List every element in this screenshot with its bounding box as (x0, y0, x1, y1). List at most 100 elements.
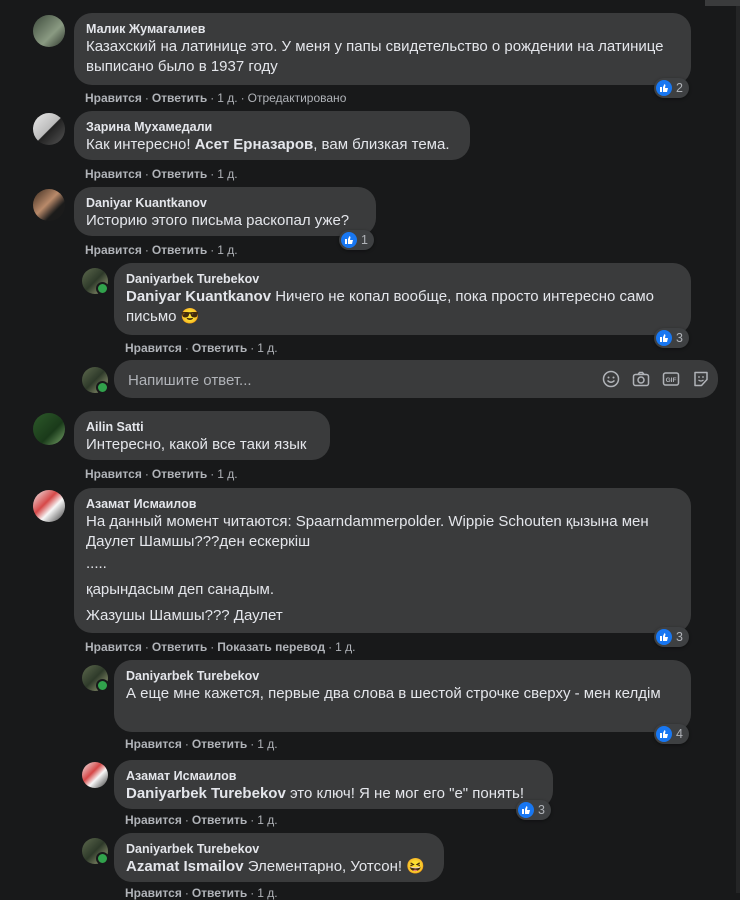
reaction-count[interactable]: 3 (654, 328, 689, 348)
edited-label: Отредактировано (247, 91, 347, 105)
comment-bubble: Азамат Исмаилов На данный момент читаютс… (74, 488, 691, 633)
reaction-number: 2 (676, 81, 683, 95)
like-icon (518, 802, 534, 818)
comment-author[interactable]: Daniyarbek Turebekov (126, 841, 432, 857)
reply-button[interactable]: Ответить (152, 467, 207, 481)
like-button[interactable]: Нравится (85, 167, 142, 181)
scrollbar[interactable] (736, 0, 740, 893)
comment-text: Интересно, какой все таки язык (86, 436, 307, 453)
sticker-icon[interactable] (692, 370, 710, 388)
comment-author[interactable]: Daniyarbek Turebekov (126, 668, 679, 684)
like-icon (656, 330, 672, 346)
mention-link[interactable]: Асет Ерназаров (195, 136, 314, 153)
camera-icon[interactable] (632, 370, 650, 388)
timestamp[interactable]: 1 д. (217, 167, 237, 181)
reaction-count[interactable]: 1 (339, 230, 374, 250)
like-icon (656, 80, 672, 96)
like-button[interactable]: Нравится (85, 640, 142, 654)
comment-actions: Нравится · Ответить · 1 д. (85, 467, 238, 481)
timestamp[interactable]: 1 д. (257, 813, 277, 827)
svg-text:GIF: GIF (666, 377, 677, 384)
translate-button[interactable]: Показать перевод (217, 640, 325, 654)
like-button[interactable]: Нравится (125, 813, 182, 827)
reaction-count[interactable]: 4 (654, 724, 689, 744)
reply-button[interactable]: Ответить (192, 737, 247, 751)
avatar[interactable] (33, 490, 65, 522)
reply-button[interactable]: Ответить (192, 886, 247, 900)
top-edge (705, 0, 740, 6)
reaction-number: 4 (676, 727, 683, 741)
timestamp[interactable]: 1 д. (217, 467, 237, 481)
mention-link[interactable]: Daniyarbek Turebekov (126, 785, 286, 802)
timestamp[interactable]: 1 д. (257, 737, 277, 751)
timestamp[interactable]: 1 д. (335, 640, 355, 654)
comment-text-line: қарындасым деп санадым. (86, 581, 275, 598)
reply-button[interactable]: Ответить (192, 813, 247, 827)
gif-icon[interactable]: GIF (662, 370, 680, 388)
comment-text-line: ..... (86, 555, 107, 572)
timestamp[interactable]: 1 д. (217, 243, 237, 257)
like-button[interactable]: Нравится (125, 341, 182, 355)
current-user-avatar (82, 367, 109, 394)
reply-bubble: Азамат Исмаилов Daniyarbek Turebekov это… (114, 760, 553, 809)
online-indicator (96, 852, 109, 865)
like-button[interactable]: Нравится (85, 467, 142, 481)
comment-actions: Нравится · Ответить · 1 д. (125, 813, 278, 827)
timestamp[interactable]: 1 д. (257, 886, 277, 900)
like-icon (656, 726, 672, 742)
like-button[interactable]: Нравится (125, 737, 182, 751)
timestamp[interactable]: 1 д. (217, 91, 237, 105)
reply-input[interactable] (126, 360, 600, 400)
comment-text: Daniyar Kuantkanov Ничего не копал вообщ… (126, 288, 654, 325)
comment-author[interactable]: Зарина Мухамедали (86, 119, 458, 135)
reaction-count[interactable]: 3 (654, 627, 689, 647)
comment-bubble: Daniyar Kuantkanov Историю этого письма … (74, 187, 376, 236)
avatar[interactable] (82, 838, 109, 865)
online-indicator (96, 679, 109, 692)
reply-button[interactable]: Ответить (192, 341, 247, 355)
reply-button[interactable]: Ответить (152, 91, 207, 105)
timestamp[interactable]: 1 д. (257, 341, 277, 355)
comment-author[interactable]: Малик Жумагалиев (86, 21, 679, 37)
reaction-number: 3 (676, 630, 683, 644)
comment-actions: Нравится · Ответить · 1 д. (125, 341, 278, 355)
like-button[interactable]: Нравится (85, 243, 142, 257)
comment-author[interactable]: Daniyar Kuantkanov (86, 195, 364, 211)
mention-link[interactable]: Azamat Ismailov (126, 858, 244, 875)
reply-button[interactable]: Ответить (152, 640, 207, 654)
like-button[interactable]: Нравится (85, 91, 142, 105)
reply-bubble: Daniyarbek Turebekov А еще мне кажется, … (114, 660, 691, 732)
comment-actions: Нравится · Ответить · 1 д. · Отредактировано (85, 91, 347, 105)
like-button[interactable]: Нравится (125, 886, 182, 900)
comment-author[interactable]: Daniyarbek Turebekov (126, 271, 679, 287)
comment-text: Историю этого письма раскопал уже? (86, 212, 350, 229)
comment-text: А еще мне кажется, первые два слова в ше… (126, 685, 661, 702)
comment-bubble: Ailin Satti Интересно, какой все таки яз… (74, 411, 330, 460)
reply-button[interactable]: Ответить (152, 167, 207, 181)
avatar[interactable] (82, 665, 109, 692)
reply-bubble: Daniyarbek Turebekov Azamat Ismailov Эле… (114, 833, 444, 882)
avatar[interactable] (33, 189, 65, 221)
online-indicator (96, 282, 109, 295)
avatar[interactable] (33, 113, 65, 145)
avatar[interactable] (82, 268, 109, 295)
comment-actions: Нравится · Ответить · 1 д. (125, 886, 278, 900)
like-icon (656, 629, 672, 645)
reaction-number: 3 (538, 803, 545, 817)
reaction-count[interactable]: 2 (654, 78, 689, 98)
comment-author[interactable]: Ailin Satti (86, 419, 318, 435)
comment-bubble: Зарина Мухамедали Как интересно! Асет Ер… (74, 111, 470, 160)
mention-link[interactable]: Daniyar Kuantkanov (126, 288, 271, 305)
reply-bubble: Daniyarbek Turebekov Daniyar Kuantkanov … (114, 263, 691, 335)
reaction-count[interactable]: 3 (516, 800, 551, 820)
avatar[interactable] (33, 413, 65, 445)
comment-text: Казахский на латинице это. У меня у папы… (86, 38, 664, 75)
emoji-icon[interactable] (602, 370, 620, 388)
reply-button[interactable]: Ответить (152, 243, 207, 257)
avatar[interactable] (33, 15, 65, 47)
comment-author[interactable]: Азамат Исмаилов (86, 496, 679, 512)
comment-author[interactable]: Азамат Исмаилов (126, 768, 541, 784)
avatar[interactable] (82, 762, 108, 788)
comment-text-line: Жазушы Шамшы??? Даулет (86, 607, 283, 624)
comment-text: Как интересно! Асет Ерназаров, вам близк… (86, 136, 450, 153)
